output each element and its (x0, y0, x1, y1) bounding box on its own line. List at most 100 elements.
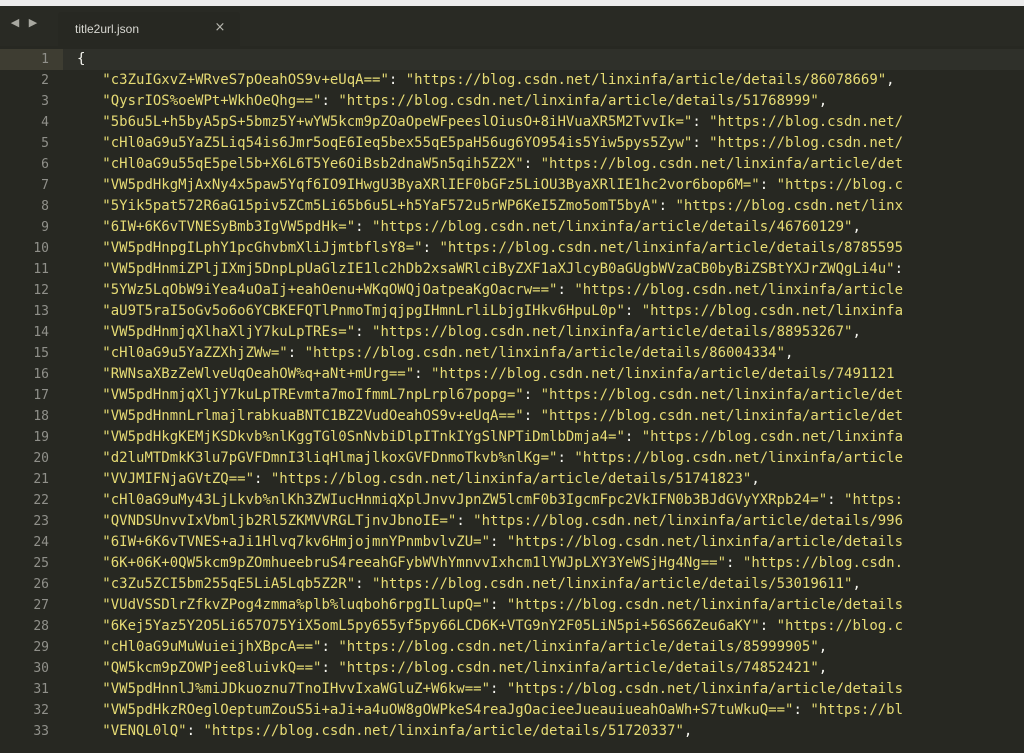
json-comma: , (852, 576, 861, 592)
json-key: "VENQL0lQ" (102, 723, 187, 739)
code-line[interactable]: 16 "RWNsaXBzZeWlveUqOeahOW%q+aNt+mUrg=="… (0, 364, 1024, 385)
line-text: "VW5pdHnmjqXljY7kuLpTREvmta7moIfmmL7npLr… (77, 385, 903, 406)
json-key: "5Yik5pat572R6aG15piv5ZCm5Li65b6u5L+h5Ya… (102, 198, 659, 214)
code-line[interactable]: 19 "VW5pdHkgKEMjKSDkvb%nlKggTGl0SnNvbiDl… (0, 427, 1024, 448)
json-value: "https://blog.csdn.net/linxinfa/article/… (372, 324, 853, 340)
json-value: "https://blog.csdn.net/linxinfa/article/… (506, 597, 904, 613)
json-colon: : (726, 555, 743, 571)
code-line[interactable]: 22 "cHl0aG9uMy43LjLkvb%nlKh3ZWIucHnmiqXp… (0, 490, 1024, 511)
close-icon[interactable]: × (214, 21, 226, 34)
json-value: "https://blog.c (776, 618, 904, 634)
code-line[interactable]: 7 "VW5pdHkgMjAxNy4x5paw5Yqf6IO9IHwgU3Bya… (0, 175, 1024, 196)
json-key: "cHl0aG9uMuWuieijhXBpcA==" (102, 639, 322, 655)
json-colon: : (692, 114, 710, 130)
code-line[interactable]: 21 "VVJMIFNjaGVtZQ==": "https://blog.csd… (0, 469, 1024, 490)
line-number: 8 (41, 199, 49, 214)
line-number: 28 (33, 619, 49, 634)
code-line[interactable]: 1 { (0, 49, 1024, 70)
code-line[interactable]: 12 "5YWz5LqObW9iYea4uOaIj+eahOenu+WKqOWQ… (0, 280, 1024, 301)
code-line[interactable]: 23 "QVNDSUnvvIxVbmljb2Rl5ZKMVVRGLTjnvJbn… (0, 511, 1024, 532)
json-colon: : (490, 534, 507, 550)
code-line[interactable]: 17 "VW5pdHnmjqXljY7kuLpTREvmta7moIfmmL7n… (0, 385, 1024, 406)
json-key: "VW5pdHnmnLrlmajlrabkuaBNTC1BZ2VudOeahOS… (102, 408, 524, 424)
code-line[interactable]: 30 "QW5kcm9pZOWPjee8luivkQ==": "https://… (0, 658, 1024, 679)
code-line[interactable]: 10 "VW5pdHnpgILphY1pcGhvbmXliJjmtbflsY8=… (0, 238, 1024, 259)
line-number: 19 (33, 430, 49, 445)
json-colon: : (321, 639, 339, 655)
code-line[interactable]: 13 "aU9T5raI5oGv5o6o6YCBKEFQTlPnmoTmjqjp… (0, 301, 1024, 322)
json-value: "https://blog.csdn.net/linxinfa/article (574, 282, 904, 298)
code-line[interactable]: 24 "6IW+6K6vTVNES+aJi1Hlvq7kv6HmjojmnYPn… (0, 532, 1024, 553)
code-line[interactable]: 11 "VW5pdHnmiZPljIXmj5DnpLpUaGlzIE1lc2hD… (0, 259, 1024, 280)
code-line[interactable]: 2 "c3ZuIGxvZ+WRveS7pOeahOS9v+eUqA==": "h… (0, 70, 1024, 91)
json-value: "https://blog.csdn.net/ (709, 114, 904, 130)
json-comma: , (785, 345, 794, 361)
json-colon: : (388, 72, 406, 88)
code-line[interactable]: 33 "VENQL0lQ": "https://blog.csdn.net/li… (0, 721, 1024, 742)
json-colon: : (321, 660, 339, 676)
line-number: 2 (41, 73, 49, 88)
code-line[interactable]: 3 "QysrIOS%oeWPt+WkhOeQhg==": "https://b… (0, 91, 1024, 112)
json-colon: : (254, 471, 271, 487)
json-colon: : (490, 681, 507, 697)
line-number: 25 (33, 556, 49, 571)
line-text: "aU9T5raI5oGv5o6o6YCBKEFQTlPnmoTmjqjpgIH… (77, 301, 903, 322)
json-key: "aU9T5raI5oGv5o6o6YCBKEFQTlPnmoTmjqjpgIH… (102, 303, 625, 319)
chevron-left-icon[interactable]: ◀ (8, 16, 22, 30)
chevron-right-icon[interactable]: ▶ (26, 16, 40, 30)
json-value: "https://blog.csdn.net/linxinfa/article/… (338, 93, 819, 109)
line-number: 15 (33, 346, 49, 361)
line-text: { (77, 51, 86, 67)
line-text: "5Yik5pat572R6aG15piv5ZCm5Li65b6u5L+h5Ya… (77, 196, 903, 217)
code-line[interactable]: 18 "VW5pdHnmnLrlmajlrabkuaBNTC1BZ2VudOea… (0, 406, 1024, 427)
json-comma: , (683, 723, 693, 739)
code-line[interactable]: 28 "6Kej5Yaz5Y2O5Li657O75YiX5omL5py655yf… (0, 616, 1024, 637)
line-number: 5 (41, 136, 49, 151)
json-colon: : (692, 135, 710, 151)
code-line[interactable]: 8 "5Yik5pat572R6aG15piv5ZCm5Li65b6u5L+h5… (0, 196, 1024, 217)
code-line[interactable]: 6 "cHl0aG9u55qE5pel5b+X6L6T5Ye6OiBsb2dna… (0, 154, 1024, 175)
line-text: "6Kej5Yaz5Y2O5Li657O75YiX5omL5py655yf5py… (77, 616, 903, 637)
json-value: "https://blog.csdn.net/linxinfa/article/… (270, 471, 752, 487)
line-text: "VW5pdHnnlJ%miJDkuoznu7TnoIHvvIxaWGluZ+W… (77, 679, 903, 700)
tab-title2url-json[interactable]: title2url.json × (58, 12, 240, 46)
line-text: "VW5pdHnpgILphY1pcGhvbmXliJjmtbflsY8=": … (77, 238, 903, 259)
json-key: "VVJMIFNjaGVtZQ==" (102, 471, 255, 487)
json-key: "VW5pdHnmjqXlhaXljY7kuLpTREs=" (102, 324, 356, 340)
line-number: 31 (33, 682, 49, 697)
code-line[interactable]: 26 "c3Zu5ZCI5bm255qE5LiA5Lqb5Z2R": "http… (0, 574, 1024, 595)
json-key: "6IW+6K6vTVNES+aJi1Hlvq7kv6HmjojmnYPnmbv… (102, 534, 491, 550)
json-key: "QVNDSUnvvIxVbmljb2Rl5ZKMVVRGLTjnvJbnoIE… (102, 513, 457, 529)
json-value: "https://blog.csdn.net/linxinfa/article/… (304, 345, 786, 361)
line-number: 30 (33, 661, 49, 676)
json-comma: , (852, 219, 861, 235)
json-colon: : (422, 240, 440, 256)
code-line[interactable]: 15 "cHl0aG9u5YaZZXhjZWw=": "https://blog… (0, 343, 1024, 364)
json-value: "https://blog.csdn.net/linxinfa/article/… (338, 660, 819, 676)
json-key: "VW5pdHkgKEMjKSDkvb%nlKggTGl0SnNvbiDlpIT… (102, 429, 625, 445)
json-key: "cHl0aG9u5YaZZXhjZWw=" (102, 345, 288, 361)
code-line[interactable]: 32 "VW5pdHkzROeglOeptumZouS5i+aJi+a4uOW8… (0, 700, 1024, 721)
json-colon: : (523, 387, 541, 403)
code-line[interactable]: 9 "6IW+6K6vTVNESyBmb3IgVW5pdHk=": "https… (0, 217, 1024, 238)
line-number: 3 (41, 94, 49, 109)
json-colon: : (624, 303, 642, 319)
json-colon: : (557, 450, 575, 466)
code-editor[interactable]: 1 { 2 "c3ZuIGxvZ+WRveS7pOeahOS9v+eUqA=="… (0, 46, 1024, 753)
code-line[interactable]: 27 "VUdVSSDlrZfkvZPog4zmma%plb%luqboh6rp… (0, 595, 1024, 616)
code-line[interactable]: 4 "5b6u5L+h5byA5pS+5bmz5Y+wYW5kcm9pZOaOp… (0, 112, 1024, 133)
json-value: "https: (844, 492, 904, 508)
code-line[interactable]: 29 "cHl0aG9uMuWuieijhXBpcA==": "https://… (0, 637, 1024, 658)
json-value: "https://blog.csdn.net/linxinfa (641, 303, 904, 319)
line-text: "cHl0aG9u5YaZZXhjZWw=": "https://blog.cs… (77, 343, 793, 364)
code-line[interactable]: 20 "d2luMTDmkK3lu7pGVFDmnI3liqHlmajlkoxG… (0, 448, 1024, 469)
json-key: "QysrIOS%oeWPt+WkhOeQhg==" (102, 93, 322, 109)
code-line[interactable]: 31 "VW5pdHnnlJ%miJDkuoznu7TnoIHvvIxaWGlu… (0, 679, 1024, 700)
code-line[interactable]: 14 "VW5pdHnmjqXlhaXljY7kuLpTREs=": "http… (0, 322, 1024, 343)
code-line[interactable]: 5 "cHl0aG9u5YaZ5Liq54is6Jmr5oqE6Ieq5bex5… (0, 133, 1024, 154)
json-colon: : (759, 618, 777, 634)
json-colon: : (523, 156, 541, 172)
json-colon: : (456, 513, 474, 529)
code-line[interactable]: 25 "6K+06K+0QW5kcm9pZOmhueebruS4reeahGFy… (0, 553, 1024, 574)
json-colon: : (414, 366, 432, 382)
